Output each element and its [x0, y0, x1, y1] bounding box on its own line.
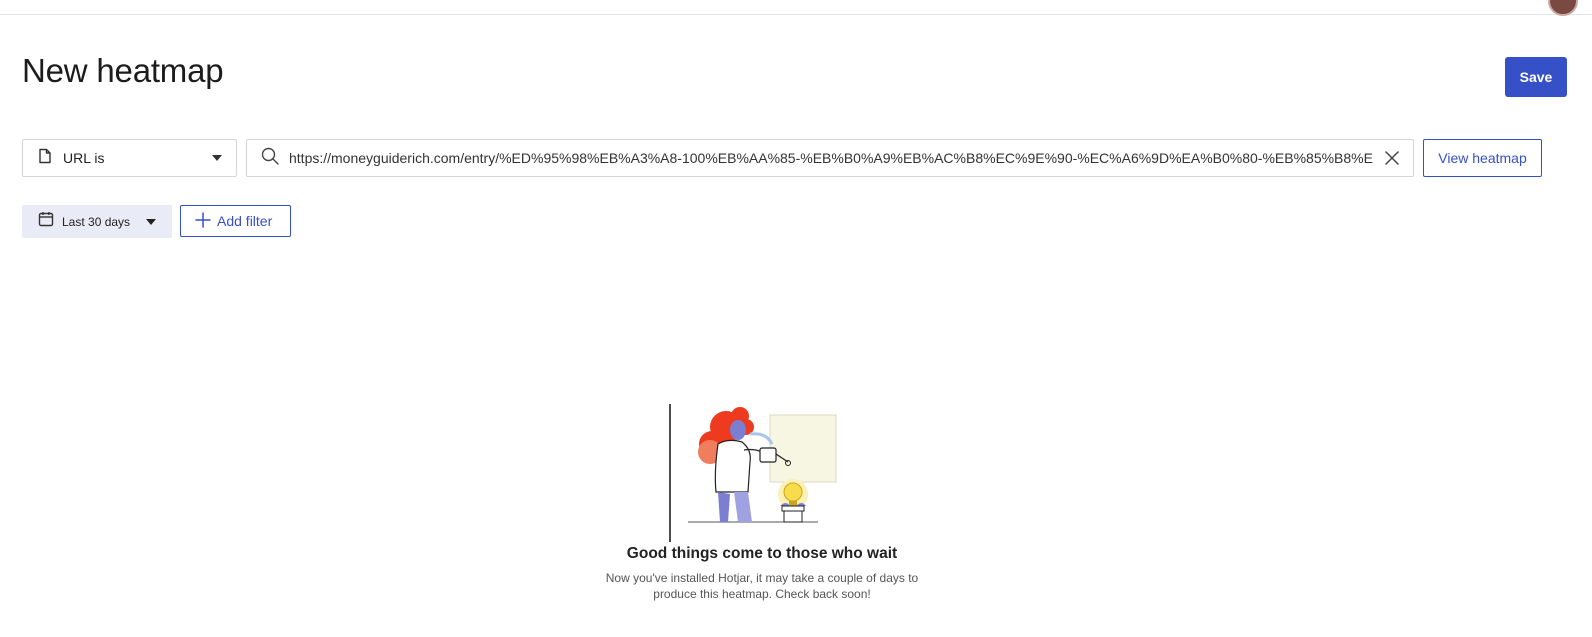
top-bar: [0, 0, 1592, 16]
view-heatmap-button[interactable]: View heatmap: [1423, 139, 1542, 177]
waiting-illustration: [666, 402, 842, 544]
avatar[interactable]: [1548, 0, 1578, 16]
url-search-field: [246, 139, 1414, 177]
search-icon: [261, 147, 279, 170]
caret-down-icon: [146, 213, 156, 231]
file-icon: [37, 148, 53, 169]
url-operator-select[interactable]: URL is: [22, 139, 237, 177]
add-filter-label: Add filter: [217, 213, 273, 229]
empty-state-title: Good things come to those who wait: [626, 545, 898, 562]
plus-icon: [195, 211, 211, 231]
caret-down-icon: [212, 149, 222, 167]
url-input[interactable]: [287, 142, 1375, 174]
date-range-label: Last 30 days: [62, 214, 131, 229]
date-range-dropdown[interactable]: Last 30 days: [22, 205, 172, 238]
page-title: New heatmap: [22, 52, 224, 89]
close-icon[interactable]: [1383, 149, 1401, 167]
calendar-icon: [38, 211, 54, 232]
empty-state-description: Now you've installed Hotjar, it may take…: [605, 571, 919, 601]
url-operator-label: URL is: [63, 150, 105, 166]
save-button[interactable]: Save: [1505, 57, 1567, 97]
add-filter-button[interactable]: Add filter: [180, 205, 291, 237]
